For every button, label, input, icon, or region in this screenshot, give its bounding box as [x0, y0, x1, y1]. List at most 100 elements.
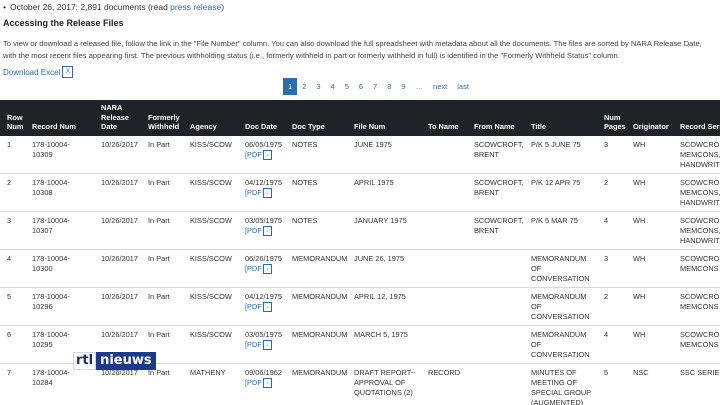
pdf-file-icon[interactable]: ↓	[262, 377, 272, 388]
cell-title: MEMORANDUM OF CONVERSATION	[524, 287, 597, 326]
doc-date-text: 09/06/1962	[245, 367, 282, 377]
column-header[interactable]: From Name	[467, 100, 524, 136]
cell-title: P/K 5 MAR 75	[524, 211, 597, 250]
pdf-file-icon[interactable]: ↓	[262, 301, 272, 312]
excel-file-icon[interactable]: X	[62, 66, 74, 78]
cell-row: 1	[0, 135, 25, 174]
cell-doc-date: 09/06/1962 [PDF ↓	[238, 363, 285, 405]
cell-doc-date: 03/05/1975 [PDF ↓	[238, 211, 285, 250]
page-link-3[interactable]: 3	[311, 78, 325, 95]
cell-doc-type: MEMORANDUM	[285, 363, 347, 405]
cell-file-num: JUNE 1975	[347, 135, 421, 174]
cell-from	[467, 325, 524, 364]
cell-series: SCOWCROFT MEMCONS, HANDWRITTEN	[673, 211, 720, 250]
column-header[interactable]: Num Pages	[597, 100, 626, 136]
cell-from: SCOWCROFT, BRENT	[467, 211, 524, 250]
column-header[interactable]: Originator	[626, 100, 673, 136]
column-header[interactable]: Doc Date	[238, 100, 285, 136]
cell-from	[467, 249, 524, 288]
pdf-file-icon[interactable]: ↓	[262, 225, 272, 236]
page-link-8[interactable]: 8	[382, 78, 396, 95]
cell-pages: 5	[597, 363, 626, 405]
pdf-file-icon[interactable]: ↓	[262, 149, 272, 160]
column-header[interactable]: Row Num	[0, 100, 25, 136]
pdf-file-icon[interactable]: ↓	[262, 263, 272, 274]
cell-title: MEMORANDUM OF CONVERSATION	[524, 249, 597, 288]
column-header[interactable]: Agency	[183, 100, 238, 136]
pdf-link[interactable]: [PDF ↓	[245, 340, 281, 350]
cell-title: P/K 12 APR 75	[524, 173, 597, 212]
cell-row: 7	[0, 363, 25, 405]
cell-row: 5	[0, 287, 25, 326]
cell-pages: 3	[597, 249, 626, 288]
cell-originator: WH	[626, 287, 673, 326]
cell-withheld: In Part	[141, 249, 183, 288]
cell-title: P/K 5 JUNE 75	[524, 135, 597, 174]
page-link-5[interactable]: 5	[340, 78, 354, 95]
table-row: 2 178-10004-10308 10/26/2017 In Part KISS/SC…	[0, 173, 720, 212]
page-last-link[interactable]: last	[452, 78, 474, 95]
column-header[interactable]: To Name	[421, 100, 467, 136]
cell-record: 178-10004-10300	[25, 249, 94, 288]
page-link-1[interactable]: 1	[283, 78, 298, 95]
cell-pages: 4	[597, 325, 626, 364]
pdf-link[interactable]: [PDF ↓	[245, 226, 281, 236]
intro-paragraph: To view or download a released file, fol…	[3, 39, 702, 60]
cell-pages: 2	[597, 287, 626, 326]
download-excel-label[interactable]: Download Excel	[3, 68, 60, 77]
page-link-2[interactable]: 2	[297, 78, 311, 95]
column-header[interactable]: NARA Release Date	[94, 100, 141, 136]
cell-pages: 3	[597, 135, 626, 174]
doc-date-text: 03/05/1975	[245, 329, 282, 339]
cell-agency: KISS/SCOW	[183, 135, 238, 174]
pagination: 1 2 3 4 5 6 7 8 9 … next last	[283, 78, 474, 95]
cell-to: RECORD	[421, 363, 467, 405]
column-header[interactable]: Title	[524, 100, 597, 136]
page-next-link[interactable]: next	[428, 78, 452, 95]
page-link-6[interactable]: 6	[354, 78, 368, 95]
cell-withheld: In Part	[141, 287, 183, 326]
column-header[interactable]: Doc Type	[285, 100, 347, 136]
cell-pages: 2	[597, 173, 626, 212]
pdf-link[interactable]: [PDF ↓	[245, 150, 281, 160]
page-link-4[interactable]: 4	[326, 78, 340, 95]
pdf-link[interactable]: [PDF ↓	[245, 188, 281, 198]
cell-to	[421, 173, 467, 212]
cell-file-num: DRAFT REPORT--APPROVAL OF QUOTATIONS (2)	[347, 363, 421, 405]
press-release-link[interactable]: press release	[170, 2, 221, 12]
page-link-7[interactable]: 7	[368, 78, 382, 95]
table-row: 3 178-10004-10307 10/26/2017 In Part KISS/SC…	[0, 211, 720, 250]
cell-row: 6	[0, 325, 25, 364]
release-close: )	[221, 2, 225, 12]
cell-originator: WH	[626, 325, 673, 364]
column-header[interactable]: Record Series	[673, 100, 720, 136]
pdf-label[interactable]: [PDF	[245, 226, 262, 235]
pdf-link[interactable]: [PDF ↓	[245, 378, 281, 388]
page-link-9[interactable]: 9	[396, 78, 410, 95]
pdf-label[interactable]: [PDF	[245, 188, 262, 197]
cell-title: MEMORANDUM OF CONVERSATION	[524, 325, 597, 364]
pdf-file-icon[interactable]: ↓	[262, 187, 272, 198]
pdf-label[interactable]: [PDF	[245, 264, 262, 273]
cell-series: SSC SERIES	[673, 363, 720, 405]
cell-pages: 4	[597, 211, 626, 250]
column-header[interactable]: File Num	[347, 100, 421, 136]
cell-series: SCOWCROFT MEMCONS, HANDWRITTEN	[673, 135, 720, 174]
cell-row: 4	[0, 249, 25, 288]
cell-doc-type: NOTES	[285, 135, 347, 174]
column-header[interactable]: Formerly Withheld	[141, 100, 183, 136]
release-line: • October 26, 2017: 2,891 documents (read…	[3, 2, 224, 12]
cell-file-num: APRIL 1975	[347, 173, 421, 212]
pdf-label[interactable]: [PDF	[245, 150, 262, 159]
cell-agency: KISS/SCOW	[183, 211, 238, 250]
download-excel-link[interactable]: Download Excel X	[3, 66, 74, 78]
pdf-label[interactable]: [PDF	[245, 378, 262, 387]
cell-withheld: In Part	[141, 211, 183, 250]
cell-to	[421, 211, 467, 250]
pdf-label[interactable]: [PDF	[245, 340, 262, 349]
pdf-link[interactable]: [PDF ↓	[245, 264, 281, 274]
pdf-file-icon[interactable]: ↓	[262, 339, 272, 350]
pdf-link[interactable]: [PDF ↓	[245, 302, 281, 312]
pdf-label[interactable]: [PDF	[245, 302, 262, 311]
column-header[interactable]: Record Num	[25, 100, 94, 136]
